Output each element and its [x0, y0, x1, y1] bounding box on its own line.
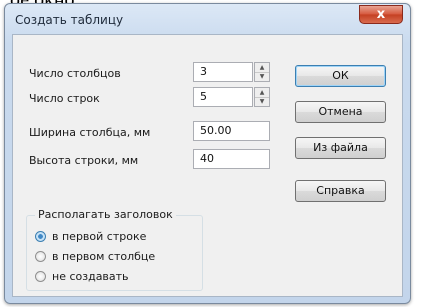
- spin-down-icon[interactable]: ▼: [255, 97, 269, 106]
- row-height-label: Высота строки, мм: [29, 154, 139, 167]
- rows-spinner[interactable]: ▲ ▼: [254, 87, 270, 107]
- cancel-button[interactable]: Отмена: [295, 101, 386, 123]
- column-width-label: Ширина столбца, мм: [29, 126, 151, 139]
- create-table-dialog: Создать таблицу x Число столбцов 3 ▲ ▼ Ч…: [4, 3, 411, 304]
- group-title: Располагать заголовок: [35, 208, 176, 221]
- rows-label: Число строк: [29, 92, 100, 105]
- radio-button[interactable]: [35, 271, 46, 282]
- close-icon: x: [376, 7, 386, 22]
- help-button[interactable]: Справка: [295, 180, 386, 202]
- header-placement-group: Располагать заголовок в первой строке в …: [26, 208, 203, 291]
- columns-label: Число столбцов: [29, 67, 121, 80]
- radio-label: в первой строке: [52, 230, 147, 243]
- columns-spinner[interactable]: ▲ ▼: [254, 62, 270, 82]
- radio-button[interactable]: [35, 251, 46, 262]
- column-width-input[interactable]: 50.00: [193, 121, 270, 141]
- radio-button-checked[interactable]: [35, 231, 46, 242]
- close-button[interactable]: x: [359, 5, 403, 24]
- from-file-button[interactable]: Из файла: [295, 137, 386, 159]
- rows-input[interactable]: 5: [193, 87, 253, 107]
- dialog-body: Число столбцов 3 ▲ ▼ Число строк 5 ▲ ▼ Ш…: [12, 34, 403, 297]
- row-height-input[interactable]: 40: [193, 149, 270, 169]
- spin-down-icon[interactable]: ▼: [255, 72, 269, 81]
- ok-button[interactable]: ОК: [295, 65, 386, 87]
- title-bar[interactable]: Создать таблицу x: [5, 4, 410, 34]
- columns-input[interactable]: 3: [193, 62, 253, 82]
- dialog-title: Создать таблицу: [15, 13, 124, 27]
- radio-label: не создавать: [52, 270, 129, 283]
- radio-label: в первом столбце: [52, 250, 156, 263]
